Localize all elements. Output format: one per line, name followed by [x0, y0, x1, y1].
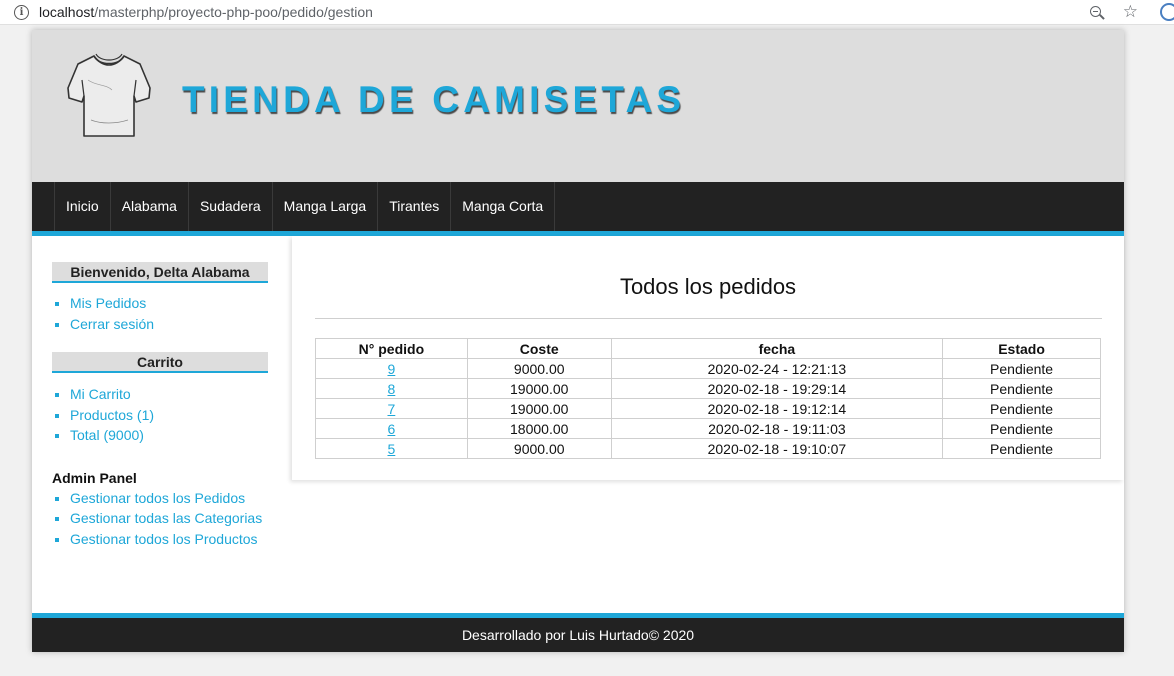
- cerrar-sesion-link[interactable]: Cerrar sesión: [70, 316, 154, 332]
- order-link[interactable]: 7: [388, 401, 396, 417]
- order-cost-cell: 19000.00: [466, 398, 612, 419]
- list-item: Productos (1): [70, 405, 268, 426]
- list-item: Gestionar todos los Productos: [70, 529, 268, 550]
- cart-products-link[interactable]: Productos (1): [70, 407, 154, 423]
- site-footer: Desarrollado por Luis Hurtado© 2020: [32, 613, 1124, 652]
- nav-item-tirantes[interactable]: Tirantes: [377, 182, 450, 231]
- order-cost-cell: 9000.00: [466, 438, 612, 459]
- table-row: 6 18000.00 2020-02-18 - 19:11:03 Pendien…: [315, 418, 1101, 439]
- table-header-row: N° pedido Coste fecha Estado: [315, 338, 1101, 359]
- order-link[interactable]: 5: [388, 441, 396, 457]
- order-id-cell: 5: [315, 438, 468, 459]
- cart-links: Mi Carrito Productos (1) Total (9000): [52, 384, 268, 446]
- column-header-estado: Estado: [942, 338, 1101, 359]
- order-cost-cell: 19000.00: [466, 378, 612, 399]
- order-link[interactable]: 6: [388, 421, 396, 437]
- orders-table: N° pedido Coste fecha Estado 9 9000.00 2…: [315, 338, 1101, 459]
- order-cost-cell: 18000.00: [466, 418, 612, 439]
- page-container: TIENDA DE CAMISETAS Inicio Alabama Sudad…: [32, 30, 1124, 652]
- list-item: Cerrar sesión: [70, 314, 268, 335]
- order-link[interactable]: 9: [388, 361, 396, 377]
- order-id-cell: 8: [315, 378, 468, 399]
- extension-icon[interactable]: [1160, 3, 1174, 21]
- nav-item-manga-corta[interactable]: Manga Corta: [450, 182, 556, 231]
- order-status-cell: Pendiente: [942, 398, 1101, 419]
- manage-products-link[interactable]: Gestionar todos los Productos: [70, 531, 258, 547]
- table-row: 7 19000.00 2020-02-18 - 19:12:14 Pendien…: [315, 398, 1101, 419]
- url-host: localhost: [39, 4, 95, 20]
- divider: [315, 318, 1102, 319]
- column-header-id: N° pedido: [315, 338, 468, 359]
- list-item: Total (9000): [70, 425, 268, 446]
- info-icon[interactable]: i: [14, 4, 29, 20]
- admin-panel-title: Admin Panel: [52, 469, 137, 486]
- sidebar: Bienvenido, Delta Alabama Mis Pedidos Ce…: [52, 262, 268, 549]
- order-status-cell: Pendiente: [942, 438, 1101, 459]
- mi-carrito-link[interactable]: Mi Carrito: [70, 386, 131, 402]
- order-date-cell: 2020-02-18 - 19:29:14: [610, 378, 944, 399]
- nav-item-sudadera[interactable]: Sudadera: [187, 182, 272, 231]
- order-id-cell: 6: [315, 418, 468, 439]
- table-row: 5 9000.00 2020-02-18 - 19:10:07 Pendient…: [315, 438, 1101, 459]
- order-id-cell: 7: [315, 398, 468, 419]
- order-status-cell: Pendiente: [942, 418, 1101, 439]
- nav-item-inicio[interactable]: Inicio: [54, 182, 110, 231]
- order-cost-cell: 9000.00: [466, 358, 612, 379]
- list-item: Mis Pedidos: [70, 293, 268, 314]
- order-status-cell: Pendiente: [942, 378, 1101, 399]
- cart-title: Carrito: [52, 352, 268, 373]
- url-text[interactable]: localhost/masterphp/proyecto-php-poo/ped…: [39, 4, 373, 20]
- site-title: TIENDA DE CAMISETAS: [182, 79, 686, 120]
- manage-orders-link[interactable]: Gestionar todos los Pedidos: [70, 490, 245, 506]
- url-path: /masterphp/proyecto-php-poo/pedido/gesti…: [94, 4, 373, 20]
- order-id-cell: 9: [315, 358, 468, 379]
- list-item: Mi Carrito: [70, 384, 268, 405]
- zoom-icon[interactable]: [1089, 5, 1105, 20]
- browser-address-bar[interactable]: i localhost/masterphp/proyecto-php-poo/p…: [0, 0, 1174, 25]
- nav-item-alabama[interactable]: Alabama: [109, 182, 188, 231]
- user-links: Mis Pedidos Cerrar sesión: [52, 293, 268, 334]
- order-date-cell: 2020-02-18 - 19:10:07: [610, 438, 944, 459]
- order-date-cell: 2020-02-24 - 12:21:13: [610, 358, 944, 379]
- list-item: Gestionar todos los Pedidos: [70, 488, 268, 509]
- welcome-title: Bienvenido, Delta Alabama: [52, 262, 268, 283]
- page-title: Todos los pedidos: [619, 274, 797, 299]
- mis-pedidos-link[interactable]: Mis Pedidos: [70, 295, 146, 311]
- order-status-cell: Pendiente: [942, 358, 1101, 379]
- order-date-cell: 2020-02-18 - 19:11:03: [610, 418, 944, 439]
- bookmark-star-icon[interactable]: ☆: [1123, 0, 1138, 24]
- column-header-coste: Coste: [466, 338, 612, 359]
- admin-links: Gestionar todos los Pedidos Gestionar to…: [52, 488, 268, 550]
- nav-item-manga-larga[interactable]: Manga Larga: [271, 182, 378, 231]
- main-nav: Inicio Alabama Sudadera Manga Larga Tira…: [32, 182, 1124, 236]
- cart-total-link[interactable]: Total (9000): [70, 427, 144, 443]
- site-header: TIENDA DE CAMISETAS: [32, 30, 1124, 182]
- tshirt-icon: [67, 53, 151, 137]
- main-content: Todos los pedidos N° pedido Coste fecha …: [292, 236, 1124, 480]
- order-date-cell: 2020-02-18 - 19:12:14: [610, 398, 944, 419]
- order-link[interactable]: 8: [388, 381, 396, 397]
- column-header-fecha: fecha: [610, 338, 944, 359]
- list-item: Gestionar todas las Categorias: [70, 508, 268, 529]
- manage-categories-link[interactable]: Gestionar todas las Categorias: [70, 510, 262, 526]
- table-row: 9 9000.00 2020-02-24 - 12:21:13 Pendient…: [315, 358, 1101, 379]
- table-row: 8 19000.00 2020-02-18 - 19:29:14 Pendien…: [315, 378, 1101, 399]
